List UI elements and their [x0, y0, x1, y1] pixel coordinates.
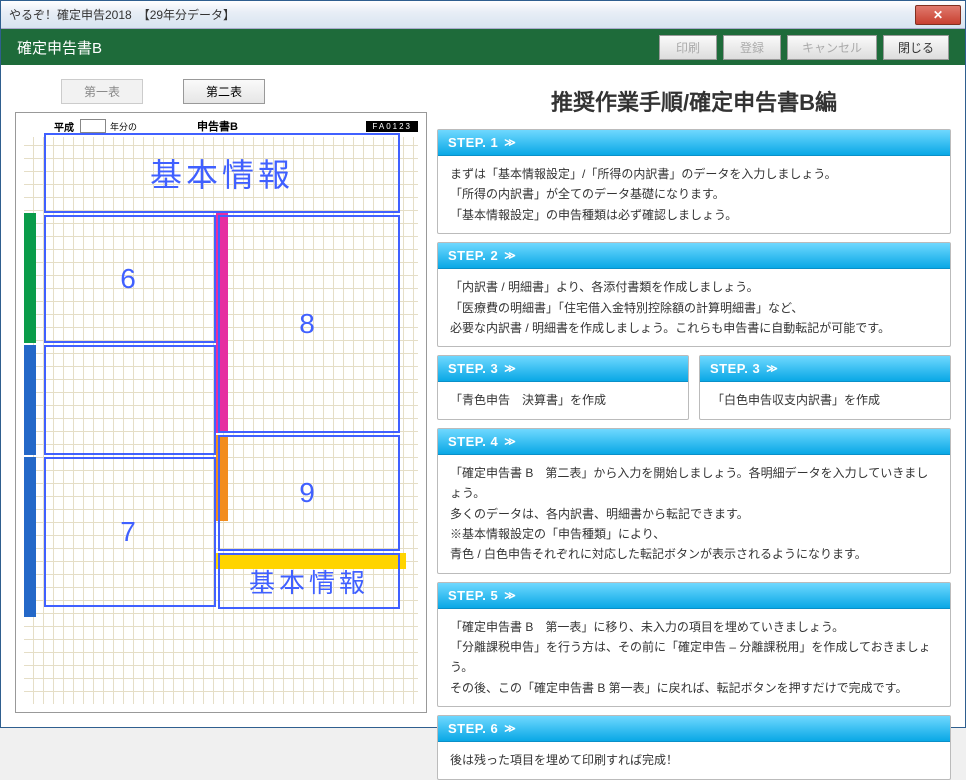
- strip-income: [24, 213, 36, 343]
- content: 第一表 第二表 平成 年分の 申告書B FA0123 基本情報: [1, 65, 965, 727]
- step-5-line1: 「確定申告書 B 第一表」に移り、未入力の項目を埋めていきましょう。: [450, 617, 938, 637]
- step-3b-header[interactable]: STEP. 3 ≫: [700, 356, 950, 382]
- main-heading: 推奨作業手順/確定申告書B編: [437, 79, 951, 121]
- form-code: FA0123: [366, 121, 418, 132]
- chevron-right-icon: ≫: [504, 136, 514, 149]
- step-5: STEP. 5 ≫ 「確定申告書 B 第一表」に移り、未入力の項目を埋めていきま…: [437, 582, 951, 708]
- step-1-label: STEP. 1: [448, 135, 498, 150]
- left-pane: 第一表 第二表 平成 年分の 申告書B FA0123 基本情報: [15, 79, 427, 713]
- strip-other: [216, 435, 228, 521]
- close-button[interactable]: 閉じる: [883, 35, 949, 60]
- form-header: 平成 年分の 申告書B FA0123: [24, 117, 418, 135]
- step-3a: STEP. 3 ≫ 「青色申告 決算書」を作成: [437, 355, 689, 419]
- step-2-body: 「内訳書 / 明細書」より、各添付書類を作成しましょう。 「医療費の明細書」「住…: [438, 269, 950, 346]
- step-5-line2: 「分離課税申告」を行う方は、その前に「確定申告 – 分離課税用」を作成しておきま…: [450, 637, 938, 678]
- step-6-header[interactable]: STEP. 6 ≫: [438, 716, 950, 742]
- step-6: STEP. 6 ≫ 後は残った項目を埋めて印刷すれば完成！: [437, 715, 951, 779]
- step-6-label: STEP. 6: [448, 721, 498, 736]
- chevron-right-icon: ≫: [504, 722, 514, 735]
- form-year-suffix: 年分の: [110, 120, 137, 133]
- window-close-button[interactable]: ✕: [915, 5, 961, 25]
- right-pane: 推奨作業手順/確定申告書B編 STEP. 1 ≫ まずは「基本情報設定」/「所得…: [437, 79, 951, 713]
- chevron-right-icon: ≫: [766, 362, 776, 375]
- step-3a-label: STEP. 3: [448, 361, 498, 376]
- close-icon: ✕: [933, 8, 943, 22]
- step-2: STEP. 2 ≫ 「内訳書 / 明細書」より、各添付書類を作成しましょう。 「…: [437, 242, 951, 347]
- toolbar: 確定申告書B 印刷 登録 キャンセル 閉じる: [1, 29, 965, 65]
- step-3b: STEP. 3 ≫ 「白色申告収支内訳書」を作成: [699, 355, 951, 419]
- step-5-line3: その後、この「確定申告書 B 第一表」に戻れば、転記ボタンを押すだけで完成です。: [450, 678, 938, 698]
- form-era: 平成: [54, 119, 74, 134]
- step-4-body: 「確定申告書 B 第二表」から入力を開始しましょう。各明細データを入力していきま…: [438, 455, 950, 573]
- window-title: やるぞ！確定申告2018 【29年分データ】: [5, 6, 915, 23]
- chevron-right-icon: ≫: [504, 249, 514, 262]
- strip-shotoku: [24, 345, 36, 455]
- step-1: STEP. 1 ≫ まずは「基本情報設定」/「所得の内訳書」のデータを入力しまし…: [437, 129, 951, 234]
- step-2-label: STEP. 2: [448, 248, 498, 263]
- step-4: STEP. 4 ≫ 「確定申告書 B 第二表」から入力を開始しましょう。各明細デ…: [437, 428, 951, 574]
- step-4-header[interactable]: STEP. 4 ≫: [438, 429, 950, 455]
- tab-sheet2[interactable]: 第二表: [183, 79, 265, 104]
- step-3b-label: STEP. 3: [710, 361, 760, 376]
- step-2-line2: 「医療費の明細書」「住宅借入金特別控除額の計算明細書」など、: [450, 298, 938, 318]
- step-2-line3: 必要な内訳書 / 明細書を作成しましょう。これらも申告書に自動転記が可能です。: [450, 318, 938, 338]
- step-4-line2: 多くのデータは、各内訳書、明細書から転記できます。: [450, 504, 938, 524]
- cancel-button[interactable]: キャンセル: [787, 35, 877, 60]
- window: やるぞ！確定申告2018 【29年分データ】 ✕ 確定申告書B 印刷 登録 キャ…: [0, 0, 966, 728]
- form-year-box: [80, 119, 106, 133]
- step-1-line2: 「所得の内訳書」が全てのデータ基礎になります。: [450, 184, 938, 204]
- strip-deduct: [24, 457, 36, 617]
- step-2-line1: 「内訳書 / 明細書」より、各添付書類を作成しましょう。: [450, 277, 938, 297]
- step-3a-header[interactable]: STEP. 3 ≫: [438, 356, 688, 382]
- step-1-body: まずは「基本情報設定」/「所得の内訳書」のデータを入力しましょう。 「所得の内訳…: [438, 156, 950, 233]
- step-1-line1: まずは「基本情報設定」/「所得の内訳書」のデータを入力しましょう。: [450, 164, 938, 184]
- step-4-label: STEP. 4: [448, 434, 498, 449]
- register-button[interactable]: 登録: [723, 35, 781, 60]
- step-4-line4: 青色 / 白色申告それぞれに対応した転記ボタンが表示されるようになります。: [450, 544, 938, 564]
- page-title: 確定申告書B: [17, 37, 653, 58]
- strip-yellow: [216, 553, 406, 569]
- tab-sheet1[interactable]: 第一表: [61, 79, 143, 104]
- step-5-body: 「確定申告書 B 第一表」に移り、未入力の項目を埋めていきましょう。 「分離課税…: [438, 609, 950, 707]
- step-3b-body: 「白色申告収支内訳書」を作成: [700, 382, 950, 418]
- form-preview[interactable]: 平成 年分の 申告書B FA0123 基本情報 6 8 7 9 基本情報: [15, 112, 427, 713]
- chevron-right-icon: ≫: [504, 589, 514, 602]
- titlebar: やるぞ！確定申告2018 【29年分データ】 ✕: [1, 1, 965, 29]
- chevron-right-icon: ≫: [504, 362, 514, 375]
- step-4-line1: 「確定申告書 B 第二表」から入力を開始しましょう。各明細データを入力していきま…: [450, 463, 938, 504]
- step-5-label: STEP. 5: [448, 588, 498, 603]
- step-5-header[interactable]: STEP. 5 ≫: [438, 583, 950, 609]
- form-name: 申告書B: [197, 118, 238, 134]
- step-2-header[interactable]: STEP. 2 ≫: [438, 243, 950, 269]
- print-button[interactable]: 印刷: [659, 35, 717, 60]
- step-6-body: 後は残った項目を埋めて印刷すれば完成！: [438, 742, 950, 778]
- tabs: 第一表 第二表: [15, 79, 427, 112]
- strip-tax: [216, 213, 228, 433]
- step-3-row: STEP. 3 ≫ 「青色申告 決算書」を作成 STEP. 3 ≫ 「白色申告収…: [437, 355, 951, 419]
- step-3a-body: 「青色申告 決算書」を作成: [438, 382, 688, 418]
- chevron-right-icon: ≫: [504, 435, 514, 448]
- step-4-line3: ※基本情報設定の「申告種類」により、: [450, 524, 938, 544]
- step-1-line3: 「基本情報設定」の申告種類は必ず確認しましょう。: [450, 205, 938, 225]
- step-1-header[interactable]: STEP. 1 ≫: [438, 130, 950, 156]
